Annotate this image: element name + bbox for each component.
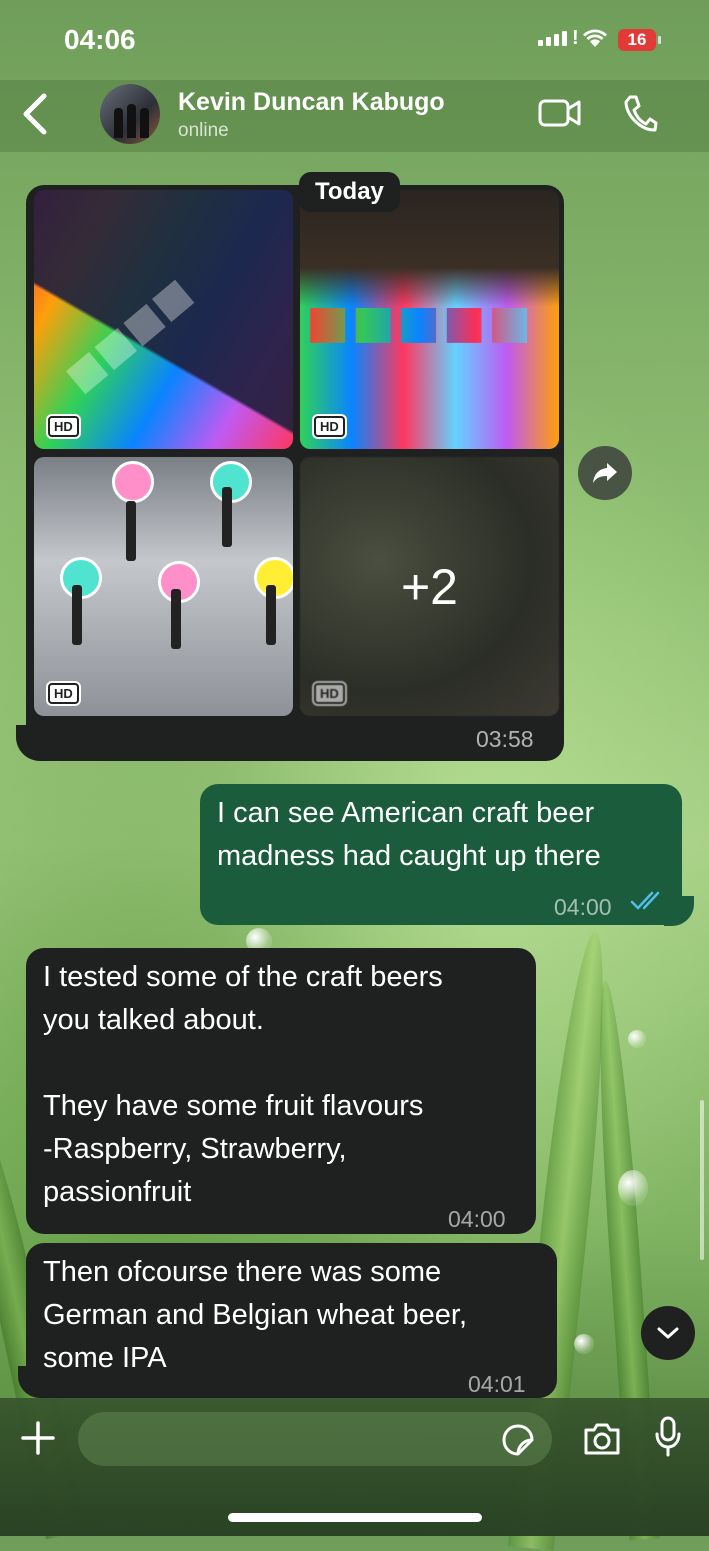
beer-tap	[126, 501, 136, 561]
date-separator: Today	[299, 172, 400, 212]
contact-name[interactable]: Kevin Duncan Kabugo	[178, 88, 445, 117]
hd-badge: HD	[314, 416, 345, 437]
back-chevron-icon[interactable]	[20, 92, 50, 136]
voice-call-icon[interactable]	[622, 94, 658, 134]
chevron-down-icon	[657, 1327, 679, 1339]
message-composer	[0, 1398, 709, 1536]
scroll-indicator[interactable]	[700, 1100, 704, 1260]
status-time: 04:06	[64, 24, 136, 55]
camera-icon[interactable]	[582, 1422, 622, 1456]
more-photos-count[interactable]: +2	[300, 457, 559, 716]
cellular-signal-icon: !	[538, 28, 579, 48]
beer-tap	[266, 585, 276, 645]
status-bar: 04:06 ! 16	[0, 0, 709, 80]
photo-thumbnail[interactable]: ■■■■■ HD	[300, 190, 559, 449]
read-receipt-icon	[630, 891, 660, 910]
message-time: 03:58	[476, 726, 534, 752]
photo-thumbnail[interactable]: HD	[34, 457, 293, 716]
sticker-icon[interactable]	[502, 1424, 534, 1456]
message-input[interactable]	[78, 1412, 552, 1466]
avatar[interactable]	[100, 84, 160, 144]
hd-badge: HD	[48, 683, 79, 704]
photo-thumbnail[interactable]: ■■■■ HD	[34, 190, 293, 449]
video-call-icon[interactable]	[538, 96, 582, 130]
chat-header: Kevin Duncan Kabugo online	[0, 80, 709, 152]
incoming-message-bubble[interactable]: I tested some of the craft beers you tal…	[26, 948, 536, 1234]
scroll-to-bottom-button[interactable]	[641, 1306, 695, 1360]
tap-label	[112, 461, 154, 503]
outgoing-message-bubble[interactable]: I can see American craft beer madness ha…	[200, 784, 682, 925]
beer-tap	[222, 487, 232, 547]
photo-content: ■■■■	[49, 260, 209, 411]
forward-button[interactable]	[578, 446, 632, 500]
background-dewdrop	[618, 1170, 648, 1206]
contact-status: online	[178, 120, 229, 141]
photo-content: ■■■■■	[306, 283, 534, 363]
forward-icon	[593, 463, 617, 483]
beer-tap	[72, 585, 82, 645]
hd-badge: HD	[48, 416, 79, 437]
message-text: I can see American craft beer madness ha…	[217, 797, 601, 872]
message-text: I tested some of the craft beers you tal…	[43, 961, 443, 1208]
plus-icon[interactable]	[20, 1420, 56, 1456]
background-dewdrop	[628, 1030, 646, 1048]
incoming-message-bubble[interactable]: Then ofcourse there was some German and …	[26, 1243, 557, 1398]
home-indicator[interactable]	[228, 1513, 482, 1522]
beer-tap	[171, 589, 181, 649]
microphone-icon[interactable]	[654, 1416, 682, 1458]
wifi-icon	[583, 29, 607, 47]
background-dewdrop	[574, 1334, 594, 1354]
message-time: 04:00	[554, 894, 612, 920]
message-text: Then ofcourse there was some German and …	[43, 1256, 467, 1374]
battery-indicator: 16	[618, 29, 661, 51]
message-time: 04:00	[448, 1206, 506, 1232]
